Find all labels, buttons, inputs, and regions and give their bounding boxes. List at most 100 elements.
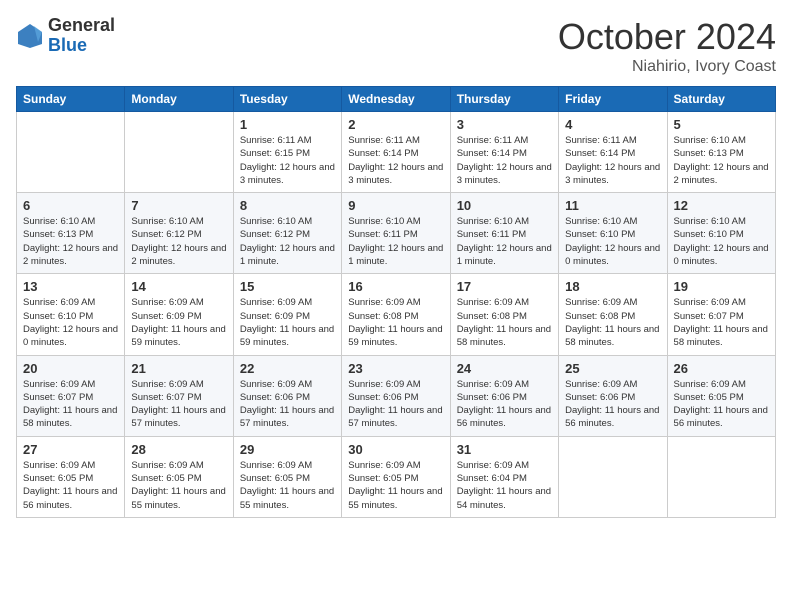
day-number: 1 [240, 117, 335, 132]
day-of-week-header: Thursday [450, 87, 558, 112]
day-info-text: Sunrise: 6:09 AM Sunset: 6:06 PM Dayligh… [457, 378, 552, 431]
calendar-day-cell: 14Sunrise: 6:09 AM Sunset: 6:09 PM Dayli… [125, 274, 233, 355]
calendar-week-row: 13 Sunrise: 6:09 AM Sunset: 6:10 PM Dayli… [17, 274, 776, 355]
calendar-day-cell: 7 Sunrise: 6:10 AM Sunset: 6:12 PM Daylig… [125, 193, 233, 274]
day-info-text: Sunrise: 6:09 AM Sunset: 6:05 PM Dayligh… [23, 459, 118, 512]
day-info-text: Sunrise: 6:09 AM Sunset: 6:06 PM Dayligh… [240, 378, 335, 431]
day-of-week-header: Monday [125, 87, 233, 112]
day-info-text: Sunrise: 6:11 AM Sunset: 6:14 PM Dayligh… [457, 134, 552, 187]
day-number: 26 [674, 361, 769, 376]
day-info-text: Sunrise: 6:09 AM Sunset: 6:06 PM Dayligh… [348, 378, 443, 431]
day-info-text: Sunrise: 6:11 AM Sunset: 6:14 PM Dayligh… [565, 134, 660, 187]
day-of-week-header: Tuesday [233, 87, 341, 112]
day-number: 24 [457, 361, 552, 376]
day-number: 13 [23, 279, 118, 294]
day-info-text: Sunrise: 6:10 AM Sunset: 6:11 PM Dayligh… [457, 215, 552, 268]
day-number: 20 [23, 361, 118, 376]
day-info-text: Sunrise: 6:09 AM Sunset: 6:07 PM Dayligh… [674, 296, 769, 349]
calendar-day-cell: 28 Sunrise: 6:09 AM Sunset: 6:05 PM Dayli… [125, 436, 233, 517]
day-number: 27 [23, 442, 118, 457]
calendar-week-row: 27 Sunrise: 6:09 AM Sunset: 6:05 PM Dayli… [17, 436, 776, 517]
day-number: 9 [348, 198, 443, 213]
day-number: 6 [23, 198, 118, 213]
calendar-day-cell: 8 Sunrise: 6:10 AM Sunset: 6:12 PM Daylig… [233, 193, 341, 274]
calendar-day-cell: 11 Sunrise: 6:10 AM Sunset: 6:10 PM Dayli… [559, 193, 667, 274]
calendar-day-cell: 12Sunrise: 6:10 AM Sunset: 6:10 PM Dayli… [667, 193, 775, 274]
day-number: 7 [131, 198, 226, 213]
logo-general-label: General [48, 16, 115, 36]
day-of-week-header: Wednesday [342, 87, 450, 112]
calendar-day-cell: 27 Sunrise: 6:09 AM Sunset: 6:05 PM Dayli… [17, 436, 125, 517]
day-info-text: Sunrise: 6:10 AM Sunset: 6:12 PM Dayligh… [240, 215, 335, 268]
day-info-text: Sunrise: 6:09 AM Sunset: 6:07 PM Dayligh… [23, 378, 118, 431]
day-number: 21 [131, 361, 226, 376]
day-number: 5 [674, 117, 769, 132]
day-info-text: Sunrise: 6:09 AM Sunset: 6:05 PM Dayligh… [131, 459, 226, 512]
day-number: 11 [565, 198, 660, 213]
day-info-text: Sunrise: 6:09 AM Sunset: 6:05 PM Dayligh… [240, 459, 335, 512]
day-number: 17 [457, 279, 552, 294]
day-number: 22 [240, 361, 335, 376]
day-number: 25 [565, 361, 660, 376]
day-number: 18 [565, 279, 660, 294]
day-info-text: Sunrise: 6:10 AM Sunset: 6:10 PM Dayligh… [565, 215, 660, 268]
calendar-day-cell: 4 Sunrise: 6:11 AM Sunset: 6:14 PM Daylig… [559, 112, 667, 193]
day-number: 15 [240, 279, 335, 294]
calendar-day-cell: 6 Sunrise: 6:10 AM Sunset: 6:13 PM Daylig… [17, 193, 125, 274]
calendar-day-cell: 19Sunrise: 6:09 AM Sunset: 6:07 PM Dayli… [667, 274, 775, 355]
day-number: 16 [348, 279, 443, 294]
day-number: 2 [348, 117, 443, 132]
logo-blue-label: Blue [48, 36, 115, 56]
day-info-text: Sunrise: 6:10 AM Sunset: 6:12 PM Dayligh… [131, 215, 226, 268]
day-info-text: Sunrise: 6:09 AM Sunset: 6:10 PM Dayligh… [23, 296, 118, 349]
day-number: 28 [131, 442, 226, 457]
day-number: 8 [240, 198, 335, 213]
calendar-day-cell: 25Sunrise: 6:09 AM Sunset: 6:06 PM Dayli… [559, 355, 667, 436]
day-number: 29 [240, 442, 335, 457]
logo-text: General Blue [48, 16, 115, 56]
day-info-text: Sunrise: 6:09 AM Sunset: 6:08 PM Dayligh… [348, 296, 443, 349]
day-number: 23 [348, 361, 443, 376]
calendar-week-row: 1 Sunrise: 6:11 AM Sunset: 6:15 PM Daylig… [17, 112, 776, 193]
calendar-day-cell: 13 Sunrise: 6:09 AM Sunset: 6:10 PM Dayli… [17, 274, 125, 355]
day-info-text: Sunrise: 6:09 AM Sunset: 6:08 PM Dayligh… [457, 296, 552, 349]
day-info-text: Sunrise: 6:09 AM Sunset: 6:09 PM Dayligh… [240, 296, 335, 349]
calendar-day-cell: 24 Sunrise: 6:09 AM Sunset: 6:06 PM Dayli… [450, 355, 558, 436]
calendar-day-cell: 2 Sunrise: 6:11 AM Sunset: 6:14 PM Daylig… [342, 112, 450, 193]
day-info-text: Sunrise: 6:11 AM Sunset: 6:15 PM Dayligh… [240, 134, 335, 187]
day-info-text: Sunrise: 6:11 AM Sunset: 6:14 PM Dayligh… [348, 134, 443, 187]
page-header: General Blue October 2024 Niahirio, Ivor… [16, 16, 776, 76]
calendar-week-row: 20 Sunrise: 6:09 AM Sunset: 6:07 PM Dayli… [17, 355, 776, 436]
day-number: 4 [565, 117, 660, 132]
day-info-text: Sunrise: 6:09 AM Sunset: 6:09 PM Dayligh… [131, 296, 226, 349]
calendar-header-row: SundayMondayTuesdayWednesdayThursdayFrid… [17, 87, 776, 112]
location-subtitle: Niahirio, Ivory Coast [558, 58, 776, 76]
day-info-text: Sunrise: 6:10 AM Sunset: 6:13 PM Dayligh… [674, 134, 769, 187]
calendar-day-cell [125, 112, 233, 193]
day-info-text: Sunrise: 6:10 AM Sunset: 6:13 PM Dayligh… [23, 215, 118, 268]
day-of-week-header: Sunday [17, 87, 125, 112]
calendar-day-cell: 10 Sunrise: 6:10 AM Sunset: 6:11 PM Dayli… [450, 193, 558, 274]
day-number: 30 [348, 442, 443, 457]
calendar-day-cell: 22 Sunrise: 6:09 AM Sunset: 6:06 PM Dayli… [233, 355, 341, 436]
calendar-table: SundayMondayTuesdayWednesdayThursdayFrid… [16, 86, 776, 518]
calendar-day-cell [17, 112, 125, 193]
calendar-day-cell: 1 Sunrise: 6:11 AM Sunset: 6:15 PM Daylig… [233, 112, 341, 193]
day-number: 12 [674, 198, 769, 213]
logo-icon [16, 22, 44, 50]
calendar-day-cell: 21 Sunrise: 6:09 AM Sunset: 6:07 PM Dayli… [125, 355, 233, 436]
day-info-text: Sunrise: 6:09 AM Sunset: 6:04 PM Dayligh… [457, 459, 552, 512]
day-info-text: Sunrise: 6:09 AM Sunset: 6:07 PM Dayligh… [131, 378, 226, 431]
day-info-text: Sunrise: 6:10 AM Sunset: 6:11 PM Dayligh… [348, 215, 443, 268]
calendar-day-cell: 30Sunrise: 6:09 AM Sunset: 6:05 PM Dayli… [342, 436, 450, 517]
month-year-title: October 2024 [558, 16, 776, 58]
calendar-day-cell [667, 436, 775, 517]
calendar-day-cell: 23 Sunrise: 6:09 AM Sunset: 6:06 PM Dayli… [342, 355, 450, 436]
day-of-week-header: Friday [559, 87, 667, 112]
calendar-day-cell: 9 Sunrise: 6:10 AM Sunset: 6:11 PM Daylig… [342, 193, 450, 274]
day-info-text: Sunrise: 6:09 AM Sunset: 6:05 PM Dayligh… [674, 378, 769, 431]
day-number: 3 [457, 117, 552, 132]
day-number: 10 [457, 198, 552, 213]
calendar-day-cell: 3 Sunrise: 6:11 AM Sunset: 6:14 PM Daylig… [450, 112, 558, 193]
calendar-day-cell: 20 Sunrise: 6:09 AM Sunset: 6:07 PM Dayli… [17, 355, 125, 436]
